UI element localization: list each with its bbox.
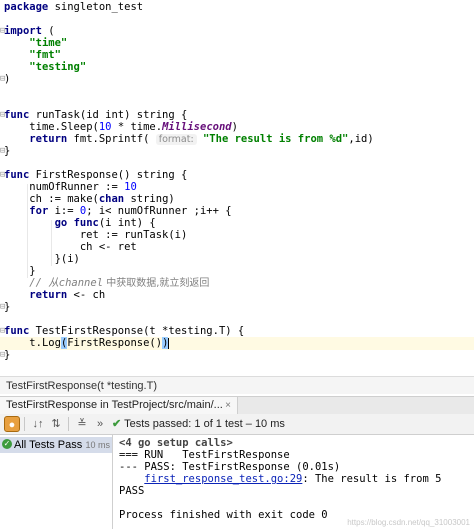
test-tree-label: All Tests Pass [14, 439, 83, 451]
test-duration: 10 ms [85, 440, 110, 450]
console-line: PASS [119, 485, 145, 497]
test-tree[interactable]: ✓ All Tests Pass 10 ms [0, 435, 113, 529]
code-line: ch := make(chan string) [29, 193, 175, 205]
code-line: time.Sleep(10 * time.Millisecond) [29, 121, 238, 133]
more-chevron-icon[interactable]: » [92, 416, 108, 432]
run-tab[interactable]: TestFirstResponse in TestProject/src/mai… [0, 397, 238, 414]
test-tree-row[interactable]: ✓ All Tests Pass 10 ms [0, 437, 112, 453]
code-line: ret := runTask(i) [79, 229, 188, 241]
run-tool-window-tabs: TestFirstResponse in TestProject/src/mai… [0, 396, 474, 415]
fold-icon[interactable]: ⊟ [0, 73, 10, 85]
console-line: <4 go setup calls> [119, 437, 233, 449]
sort-alpha-icon[interactable]: ↓↑ [30, 416, 46, 432]
parameter-hint: format: [155, 134, 197, 145]
pass-check-icon: ✓ [2, 439, 12, 449]
fold-icon[interactable]: ⊟ [0, 25, 10, 37]
code-line: } [29, 265, 36, 277]
source-link[interactable]: first_response_test.go:29 [144, 473, 302, 485]
code-line: for i:= 0; i< numOfRunner ;i++ { [29, 205, 232, 217]
breadcrumb-item[interactable]: TestFirstResponse(t *testing.T) [6, 380, 157, 392]
test-runner-toolbar: ● ↓↑ ⇅ ≚ » ✔ Tests passed: 1 of 1 test –… [0, 414, 474, 435]
fold-icon[interactable]: ⊟ [0, 145, 10, 157]
code-line: numOfRunner := 10 [29, 181, 137, 193]
console-output[interactable]: <4 go setup calls> === RUN TestFirstResp… [113, 435, 474, 529]
console-line: === RUN TestFirstResponse [119, 449, 290, 461]
sort-duration-icon[interactable]: ⇅ [48, 416, 64, 432]
code-line: package singleton_test [4, 1, 144, 13]
code-line: import ( [4, 25, 55, 37]
code-line: return <- ch [29, 289, 106, 301]
code-line: "testing" [29, 61, 87, 73]
collapse-all-icon[interactable]: ≚ [74, 416, 90, 432]
code-line: }(i) [54, 253, 80, 265]
watermark: https://blog.csdn.net/qq_31003001 [347, 518, 470, 527]
code-line: ch <- ret [79, 241, 137, 253]
close-icon[interactable]: × [225, 397, 231, 414]
fold-icon[interactable]: ⊟ [0, 109, 10, 121]
test-status-value: 1 of 1 test – 10 ms [194, 418, 285, 430]
code-line: "fmt" [29, 49, 61, 61]
code-comment: // 从channel 中获取数据,就立刻返回 [29, 277, 210, 289]
test-status: ✔ Tests passed: 1 of 1 test – 10 ms [112, 414, 285, 434]
console-line: --- PASS: TestFirstResponse (0.01s) [119, 461, 341, 473]
code-line: func FirstResponse() string { [4, 169, 188, 181]
fold-icon[interactable]: ⊟ [0, 349, 10, 361]
code-line: "time" [29, 37, 68, 49]
code-line: func TestFirstResponse(t *testing.T) { [4, 325, 245, 337]
console-line: first_response_test.go:29: The result is… [144, 473, 442, 485]
code-line: go func(i int) { [54, 217, 156, 229]
check-icon: ✔ [112, 418, 122, 430]
code-editor[interactable]: package singleton_test import ( "time" "… [0, 0, 474, 372]
console-line: Process finished with exit code 0 [119, 509, 328, 521]
test-status-prefix: Tests passed: [124, 418, 195, 430]
code-line: return fmt.Sprintf( format: "The result … [29, 133, 374, 145]
rerun-icon[interactable]: ● [4, 416, 20, 432]
breadcrumb[interactable]: TestFirstResponse(t *testing.T) [0, 376, 474, 394]
toolbar-divider [24, 417, 25, 431]
fold-icon[interactable]: ⊟ [0, 301, 10, 313]
fold-icon[interactable]: ⊟ [0, 325, 10, 337]
run-tab-title: TestFirstResponse in TestProject/src/mai… [6, 399, 223, 411]
text-caret [168, 337, 170, 349]
fold-icon[interactable]: ⊟ [0, 169, 10, 181]
code-line: func runTask(id int) string { [4, 109, 188, 121]
code-line-current: t.Log(FirstResponse()) [29, 337, 170, 349]
toolbar-divider [68, 417, 69, 431]
